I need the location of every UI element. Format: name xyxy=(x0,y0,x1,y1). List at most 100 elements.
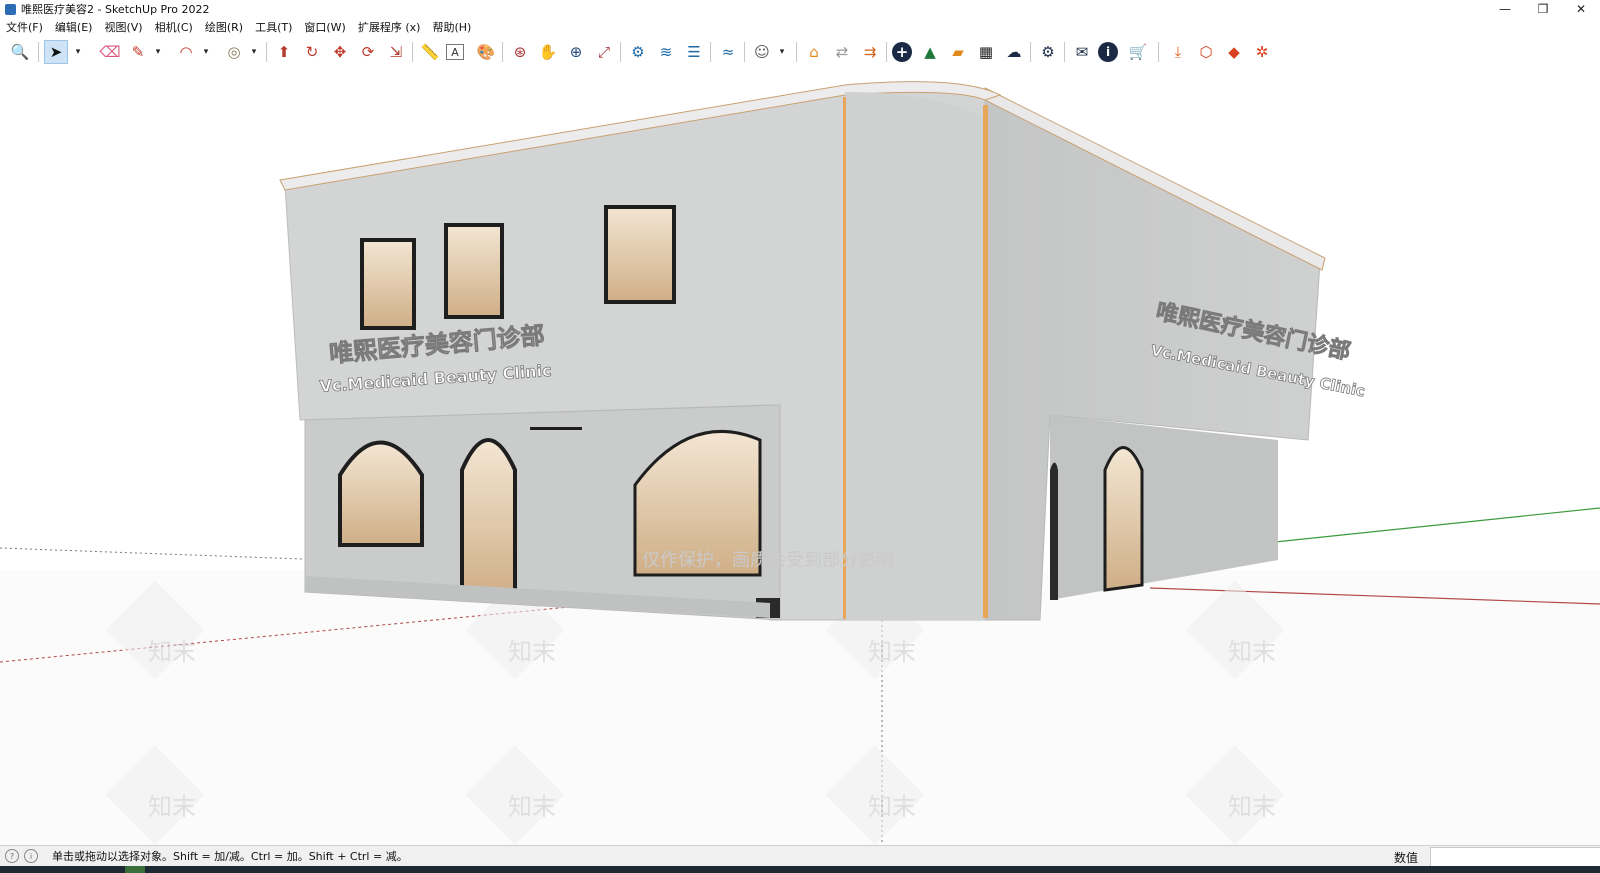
watermark-logo: 知末 xyxy=(868,638,916,666)
watermark-logo: 知末 xyxy=(508,793,556,821)
watermark-logo: 知末 xyxy=(148,638,196,666)
push-pull-icon[interactable]: ⬆ xyxy=(272,40,296,64)
watermark-logo: 知末 xyxy=(148,793,196,821)
move-icon[interactable]: ✥ xyxy=(328,40,352,64)
cloud-upload-icon[interactable]: ☁ xyxy=(1002,40,1026,64)
checker-icon[interactable]: ▦ xyxy=(974,40,998,64)
menu-tools[interactable]: 工具(T) xyxy=(249,19,298,35)
circle-icon[interactable]: ◎ xyxy=(222,40,246,64)
menu-draw[interactable]: 绘图(R) xyxy=(199,19,249,35)
select-dropdown-icon[interactable]: ▾ xyxy=(72,40,84,64)
toolbar-separator xyxy=(266,42,267,62)
upper-window xyxy=(360,238,416,330)
viewport-canvas[interactable]: 知末 知末 知末 知末 知末 知末 知末 知末 唯熙医疗美容门诊部 Vc.Med… xyxy=(0,68,1600,845)
toolbar-separator xyxy=(886,42,887,62)
minimize-button[interactable]: — xyxy=(1486,0,1524,18)
trim-strip xyxy=(983,105,988,618)
sketchup-app-icon xyxy=(5,3,16,15)
watermark-logo: 知末 xyxy=(868,793,916,821)
menu-bar: 文件(F) 编辑(E) 视图(V) 相机(C) 绘图(R) 工具(T) 窗口(W… xyxy=(0,18,1600,36)
toolbar-separator xyxy=(502,42,503,62)
info-circle-icon[interactable]: i xyxy=(24,849,38,863)
arc-icon[interactable]: ◠ xyxy=(174,40,198,64)
select-arrow-icon[interactable]: ➤ xyxy=(44,40,68,64)
menu-window[interactable]: 窗口(W) xyxy=(298,19,351,35)
paint-bucket-icon[interactable]: 🎨 xyxy=(474,40,498,64)
menu-help[interactable]: 帮助(H) xyxy=(426,19,477,35)
circle-dropdown-icon[interactable]: ▾ xyxy=(248,40,260,64)
pencil-icon[interactable]: ✎ xyxy=(126,40,150,64)
toolbar-separator xyxy=(620,42,621,62)
toolbar-separator xyxy=(744,42,745,62)
toolbar-separator xyxy=(1158,42,1159,62)
account-dropdown-icon[interactable]: ▾ xyxy=(776,40,788,64)
arch-window xyxy=(338,440,424,547)
watermark-logo: 知末 xyxy=(1228,793,1276,821)
status-hint: 单击或拖动以选择对象。Shift = 加/减。Ctrl = 加。Shift + … xyxy=(52,850,408,863)
help-circle-icon[interactable]: ? xyxy=(5,849,19,863)
tape-measure-icon[interactable]: 📏 xyxy=(418,40,442,64)
upper-window xyxy=(444,223,504,319)
os-taskbar xyxy=(0,866,1600,873)
menu-edit[interactable]: 编辑(E) xyxy=(49,19,99,35)
scenes-icon[interactable]: ≈ xyxy=(716,40,740,64)
zoom-tool-icon[interactable]: ⊕ xyxy=(564,40,588,64)
components-icon[interactable]: ⚙ xyxy=(626,40,650,64)
restore-button[interactable]: ❐ xyxy=(1524,0,1562,18)
upper-window xyxy=(604,205,676,304)
menu-file[interactable]: 文件(F) xyxy=(0,19,49,35)
account-icon[interactable]: ☺ xyxy=(750,40,774,64)
taskbar-app-indicator xyxy=(125,866,145,873)
tree-icon[interactable]: ▲ xyxy=(918,40,942,64)
rotate-icon[interactable]: ⟳ xyxy=(356,40,380,64)
text-icon[interactable]: A xyxy=(446,44,464,60)
main-toolbar: 🔍 ➤ ▾ ⌫ ✎ ▾ ◠ ▾ ◎ ▾ ⬆ ↻ ✥ ⟳ ⇲ 📏 A 🎨 ⊛ ✋ … xyxy=(0,36,1600,69)
toolbar-separator xyxy=(1030,42,1031,62)
model-viewport[interactable]: 知末 知末 知末 知末 知末 知末 知末 知末 唯熙医疗美容门诊部 Vc.Med… xyxy=(0,68,1600,845)
watermark-logo: 知末 xyxy=(1228,638,1276,666)
zoom-extents-icon[interactable]: ⤢ xyxy=(592,40,616,64)
window-controls: — ❐ ✕ xyxy=(1486,0,1600,18)
toolbar-separator xyxy=(1064,42,1065,62)
mail-icon[interactable]: ✉ xyxy=(1070,40,1094,64)
toolbar-separator xyxy=(710,42,711,62)
zoom-icon[interactable]: 🔍 xyxy=(8,40,32,64)
ext-render-icon[interactable]: ◆ xyxy=(1222,40,1246,64)
warehouse-icon[interactable]: ⌂ xyxy=(802,40,826,64)
styles-icon[interactable]: ☰ xyxy=(682,40,706,64)
menu-view[interactable]: 视图(V) xyxy=(98,19,148,35)
pencil-dropdown-icon[interactable]: ▾ xyxy=(152,40,164,64)
status-bar: ? i 单击或拖动以选择对象。Shift = 加/减。Ctrl = 加。Shif… xyxy=(0,845,1600,867)
toolbar-separator xyxy=(796,42,797,62)
watermark-notice: 仅作保护，画质会受到部分影响 xyxy=(642,550,894,571)
title-bar: 唯熙医疗美容2 - SketchUp Pro 2022 — ❐ ✕ xyxy=(0,0,1600,18)
download-icon[interactable]: ⤓ xyxy=(1166,40,1190,64)
close-button[interactable]: ✕ xyxy=(1562,0,1600,18)
ext-box-icon[interactable]: ⬡ xyxy=(1194,40,1218,64)
add-icon[interactable]: + xyxy=(892,42,912,62)
watermark-logo: 知末 xyxy=(508,638,556,666)
layers-icon[interactable]: ≋ xyxy=(654,40,678,64)
ext-gear-icon[interactable]: ✲ xyxy=(1250,40,1274,64)
scale-icon[interactable]: ⇲ xyxy=(384,40,408,64)
building-model[interactable]: 唯熙医疗美容门诊部 Vc.Medicaid Beauty Clinic 唯熙医疗… xyxy=(279,81,1367,621)
toolbar-separator xyxy=(412,42,413,62)
settings-icon[interactable]: ⚙ xyxy=(1036,40,1060,64)
sandbox-icon[interactable]: ▰ xyxy=(946,40,970,64)
orbit-icon[interactable]: ⊛ xyxy=(508,40,532,64)
info-icon[interactable]: i xyxy=(1098,42,1118,62)
measurements-input[interactable] xyxy=(1430,847,1600,867)
offset-icon[interactable]: ↻ xyxy=(300,40,324,64)
window-title: 唯熙医疗美容2 - SketchUp Pro 2022 xyxy=(21,3,210,16)
sync-icon[interactable]: ⇄ xyxy=(830,40,854,64)
menu-extensions[interactable]: 扩展程序 (x) xyxy=(352,19,427,35)
arc-dropdown-icon[interactable]: ▾ xyxy=(200,40,212,64)
arch-door xyxy=(460,438,517,600)
eraser-icon[interactable]: ⌫ xyxy=(98,40,122,64)
cart-icon[interactable]: 🛒 xyxy=(1126,40,1150,64)
export-icon[interactable]: ⇉ xyxy=(858,40,882,64)
green-axis xyxy=(1274,507,1600,543)
menu-camera[interactable]: 相机(C) xyxy=(149,19,199,35)
trim-strip xyxy=(843,97,846,619)
pan-icon[interactable]: ✋ xyxy=(536,40,560,64)
